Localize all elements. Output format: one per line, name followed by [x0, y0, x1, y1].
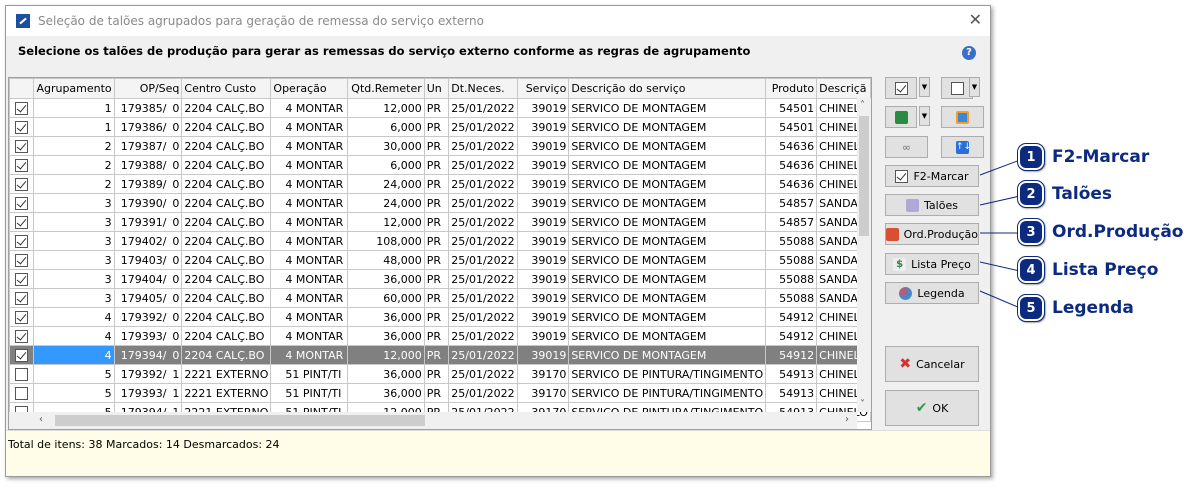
callout-number: 3	[1017, 218, 1045, 246]
callout-label: Legenda	[1052, 298, 1134, 318]
callout-number: 4	[1017, 256, 1045, 284]
callout-label: Lista Preço	[1052, 260, 1159, 280]
callout-lines	[979, 159, 1021, 309]
callout-number: 1	[1017, 143, 1045, 171]
callout-5: 5 Legenda	[1017, 294, 1134, 322]
callout-3: 3 Ord.Produção	[1017, 218, 1184, 246]
callout-label: Ord.Produção	[1052, 222, 1184, 242]
callout-number: 2	[1017, 180, 1045, 208]
callout-label: F2-Marcar	[1052, 147, 1150, 167]
callout-number: 5	[1017, 294, 1045, 322]
callout-4: 4 Lista Preço	[1017, 256, 1159, 284]
callout-2: 2 Talões	[1017, 180, 1113, 208]
callout-1: 1 F2-Marcar	[1017, 143, 1150, 171]
callout-label: Talões	[1052, 184, 1113, 204]
